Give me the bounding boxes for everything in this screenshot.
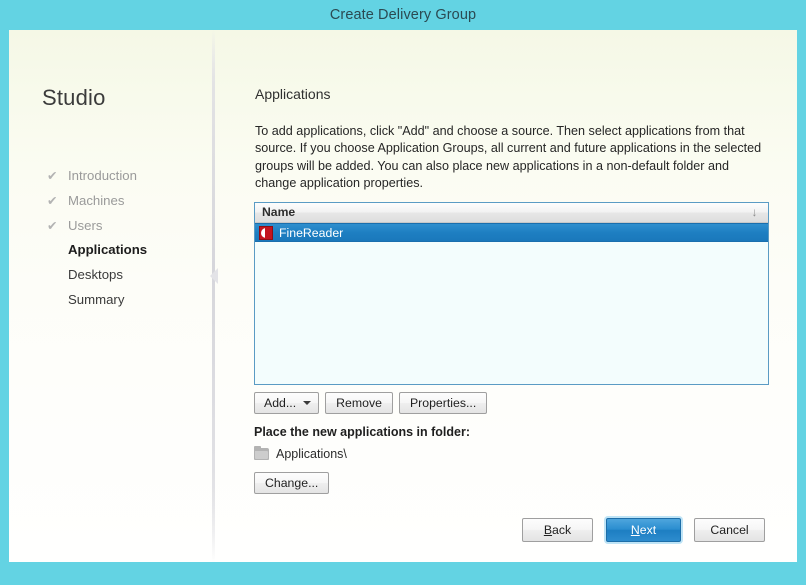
chevron-down-icon[interactable] xyxy=(303,401,312,405)
folder-icon xyxy=(254,445,269,460)
add-button-label: Add... xyxy=(264,396,297,410)
wizard-step-desktops[interactable]: Desktops xyxy=(47,263,207,288)
wizard-step-label: Introduction xyxy=(68,168,137,183)
column-header-name[interactable]: Name xyxy=(262,203,295,222)
title-bar: Create Delivery Group xyxy=(0,0,806,30)
wizard-step-label: Users xyxy=(68,217,103,233)
wizard-nav-pane: Studio ✔ Introduction ✔ Machines ✔ Users… xyxy=(9,30,214,562)
listview-actions: Add... Remove Properties... xyxy=(254,392,488,414)
wizard-step-label: Summary xyxy=(68,291,125,307)
remove-button[interactable]: Remove xyxy=(325,392,393,414)
finereader-app-icon xyxy=(259,225,273,240)
wizard-step-introduction[interactable]: ✔ Introduction xyxy=(47,164,207,189)
window-title: Create Delivery Group xyxy=(329,7,477,23)
cancel-button[interactable]: Cancel xyxy=(694,518,765,542)
back-button[interactable]: Back xyxy=(522,518,593,542)
page-title: Applications xyxy=(255,86,331,102)
properties-button[interactable]: Properties... xyxy=(398,392,488,414)
check-icon: ✔ xyxy=(47,169,58,183)
listview-header: Name ↓ xyxy=(255,203,768,223)
check-icon: ✔ xyxy=(47,193,58,208)
wizard-step-users[interactable]: ✔ Users xyxy=(47,214,207,239)
wizard-step-label: Applications xyxy=(68,242,148,258)
wizard-step-machines[interactable]: ✔ Machines xyxy=(47,189,207,214)
add-button[interactable]: Add... xyxy=(254,392,320,414)
change-folder-button[interactable]: Change... xyxy=(254,472,330,494)
sort-descending-icon[interactable]: ↓ xyxy=(749,206,760,219)
wizard-step-summary[interactable]: Summary xyxy=(47,288,207,313)
main-pane: Applications To add applications, click … xyxy=(227,30,797,562)
next-button[interactable]: Next xyxy=(606,518,681,542)
applications-listview[interactable]: Name ↓ FineReader xyxy=(254,202,769,385)
product-title: Studio xyxy=(42,85,106,110)
pane-divider xyxy=(210,30,226,562)
dialog-footer: Back Next Cancel xyxy=(522,518,765,542)
listview-body: FineReader xyxy=(255,223,768,384)
folder-path-value: Applications\ xyxy=(276,447,347,461)
check-icon: ✔ xyxy=(47,218,58,233)
application-name: FineReader xyxy=(279,225,344,240)
page-description: To add applications, click "Add" and cho… xyxy=(255,124,762,191)
folder-path-row: Applications\ xyxy=(254,445,347,461)
table-row[interactable]: FineReader xyxy=(255,223,768,242)
folder-section-label: Place the new applications in folder: xyxy=(254,425,471,439)
wizard-step-label: Desktops xyxy=(68,267,123,283)
dialog-window: Create Delivery Group Studio ✔ Introduct… xyxy=(0,0,806,585)
chevron-left-icon xyxy=(210,268,218,284)
dialog-content: Studio ✔ Introduction ✔ Machines ✔ Users… xyxy=(9,30,797,562)
wizard-step-list: ✔ Introduction ✔ Machines ✔ Users Applic… xyxy=(47,164,207,313)
wizard-step-label: Machines xyxy=(68,192,125,208)
wizard-step-applications[interactable]: Applications xyxy=(47,238,207,263)
